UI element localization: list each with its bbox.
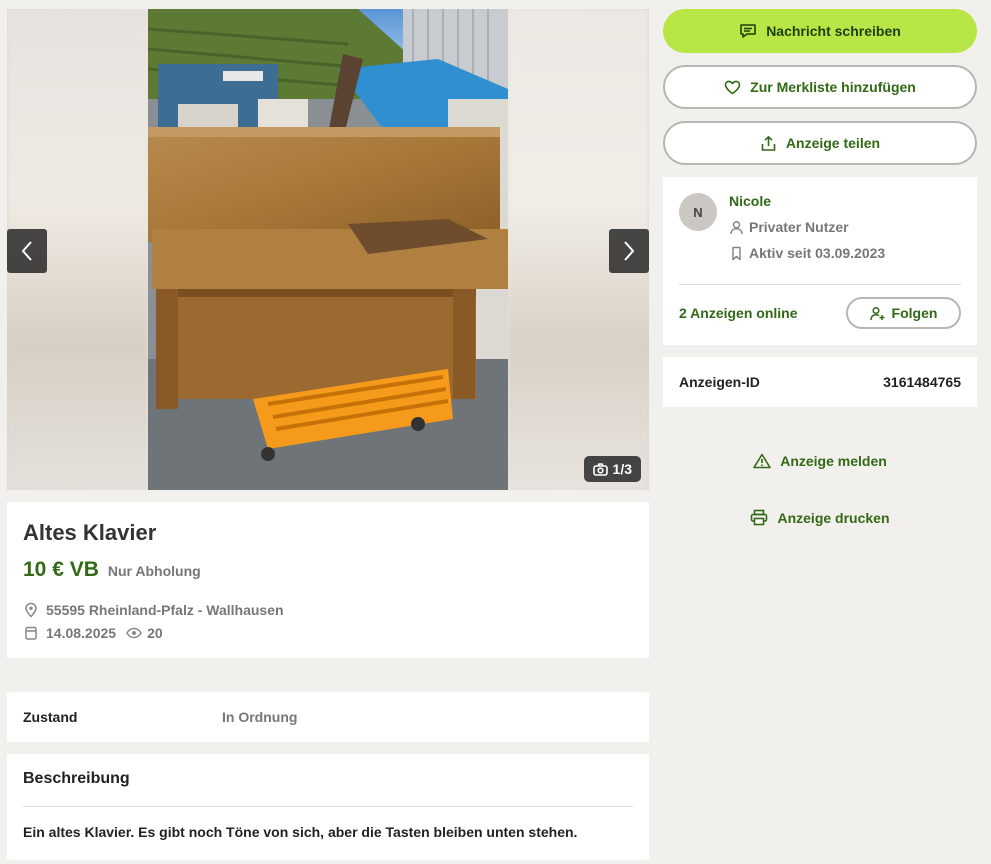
seller-ads-online-link[interactable]: 2 Anzeigen online <box>679 305 798 321</box>
seller-info: Nicole Privater Nutzer Aktiv seit 03.09.… <box>729 193 885 261</box>
seller-name-link[interactable]: Nicole <box>729 193 885 209</box>
seller-type-row: Privater Nutzer <box>729 219 885 235</box>
follow-seller-label: Folgen <box>891 305 938 321</box>
ad-id-value: 3161484765 <box>883 374 961 390</box>
description-title: Beschreibung <box>23 770 130 787</box>
send-message-label: Nachricht schreiben <box>766 23 901 39</box>
user-icon <box>730 220 743 234</box>
bookmark-icon <box>732 246 741 260</box>
price-row: 10 € VB Nur Abholung <box>23 558 633 582</box>
ad-id-card: Anzeigen-ID 3161484765 <box>663 357 977 407</box>
camera-icon <box>592 462 608 476</box>
previous-image-button[interactable] <box>7 229 47 273</box>
description-card: Beschreibung Ein altes Klavier. Es gibt … <box>7 754 649 860</box>
add-user-icon <box>869 306 885 320</box>
views-counter: 20 <box>126 625 163 641</box>
message-icon <box>740 24 756 38</box>
share-ad-button[interactable]: Anzeige teilen <box>663 121 977 165</box>
printer-icon <box>751 509 768 526</box>
ad-location: 55595 Rheinland-Pfalz - Wallhausen <box>46 602 284 618</box>
image-counter: 1/3 <box>583 456 641 482</box>
location-pin-icon <box>25 602 37 618</box>
date-row: 14.08.2025 20 <box>23 625 633 641</box>
seller-divider <box>679 284 961 285</box>
image-counter-text: 1/3 <box>612 461 632 477</box>
ad-price: 10 € VB <box>23 558 99 581</box>
next-image-button[interactable] <box>609 229 649 273</box>
heart-icon <box>724 80 741 94</box>
seller-initial: N <box>693 204 703 220</box>
chevron-right-icon <box>624 241 635 261</box>
shipping-info: Nur Abholung <box>107 563 201 579</box>
seller-type: Privater Nutzer <box>749 219 849 235</box>
warning-icon <box>753 453 772 469</box>
report-ad-label: Anzeige melden <box>780 453 887 469</box>
ad-id-label: Anzeigen-ID <box>679 374 760 390</box>
condition-value: In Ordnung <box>222 709 298 725</box>
condition-label: Zustand <box>23 709 78 725</box>
seller-card: N Nicole Privater Nutzer Aktiv seit 03.0… <box>663 177 977 345</box>
send-message-button[interactable]: Nachricht schreiben <box>663 9 977 53</box>
location-row: 55595 Rheinland-Pfalz - Wallhausen <box>23 602 633 618</box>
add-to-watchlist-label: Zur Merkliste hinzufügen <box>750 79 916 95</box>
ad-title: Altes Klavier <box>23 520 157 545</box>
seller-active-row: Aktiv seit 03.09.2023 <box>729 245 885 261</box>
details-card: Zustand In Ordnung <box>7 692 649 742</box>
eye-icon <box>126 627 142 639</box>
ad-date: 14.08.2025 <box>46 625 117 641</box>
seller-active-since: Aktiv seit 03.09.2023 <box>749 245 886 261</box>
description-divider <box>23 806 633 807</box>
chevron-left-icon <box>21 241 32 261</box>
print-ad-link[interactable]: Anzeige drucken <box>663 509 977 526</box>
description-text: Ein altes Klavier. Es gibt noch Töne von… <box>23 824 578 840</box>
report-ad-link[interactable]: Anzeige melden <box>663 453 977 469</box>
share-icon <box>761 135 776 151</box>
calendar-icon <box>25 626 37 640</box>
follow-seller-button[interactable]: Folgen <box>846 297 961 329</box>
print-ad-label: Anzeige drucken <box>777 509 890 526</box>
seller-avatar[interactable]: N <box>679 193 717 231</box>
listing-photo[interactable] <box>148 9 508 490</box>
share-ad-label: Anzeige teilen <box>785 135 881 151</box>
ad-views: 20 <box>147 625 163 641</box>
add-to-watchlist-button[interactable]: Zur Merkliste hinzufügen <box>663 65 977 109</box>
ad-header-card: Altes Klavier 10 € VB Nur Abholung 55595… <box>7 502 649 658</box>
image-gallery: 1/3 <box>7 9 649 490</box>
